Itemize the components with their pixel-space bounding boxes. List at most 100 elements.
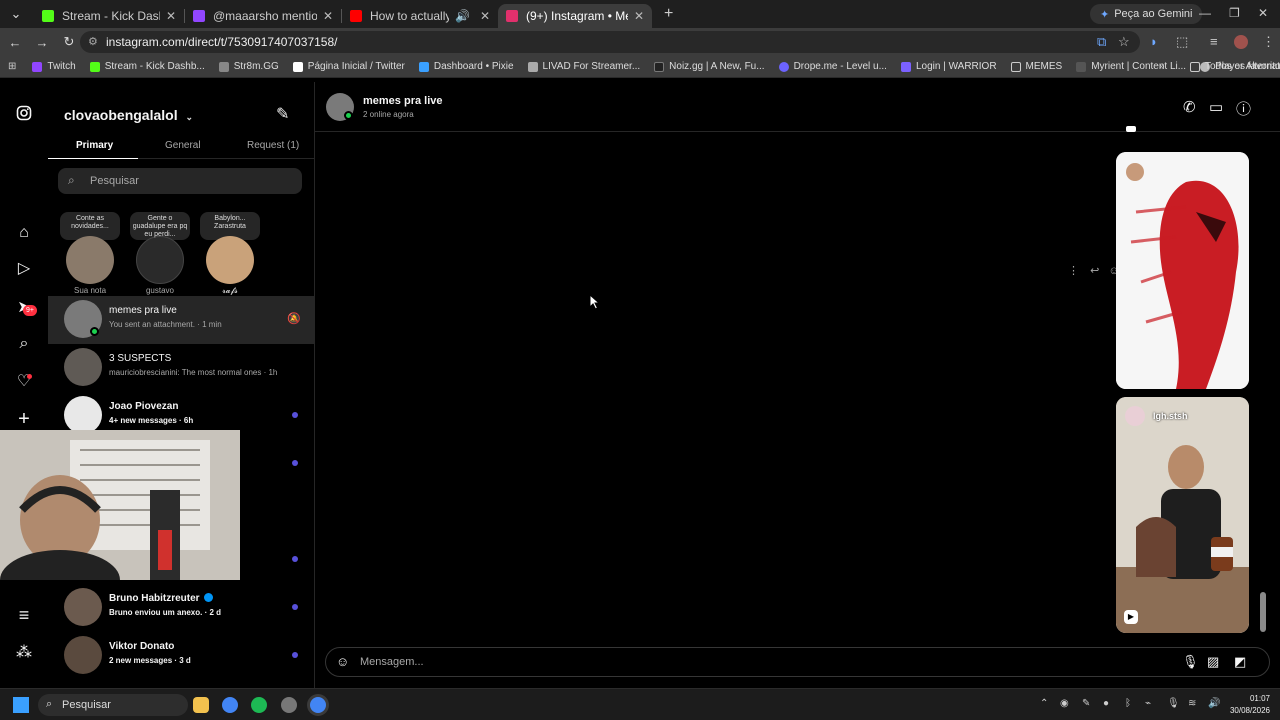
thread-viktor-donato[interactable]: Viktor Donato 2 new messages · 3 d xyxy=(48,632,315,680)
video-call-icon[interactable]: ▭ xyxy=(1209,98,1223,116)
gemini-button[interactable]: ✦ Peça ao Gemini xyxy=(1090,4,1203,24)
emoji-icon[interactable]: ☺ xyxy=(336,654,349,669)
bookmark-twitch[interactable]: Twitch xyxy=(32,61,76,72)
spotify-icon[interactable] xyxy=(251,697,267,713)
close-icon[interactable]: ✕ xyxy=(166,9,176,23)
bookmark-myrient[interactable]: Myrient | Content Li... xyxy=(1076,61,1186,72)
note-item[interactable]: Conte as novidades... Sua nota xyxy=(60,212,120,295)
thread-bruno-habitzreuter[interactable]: Bruno Habitzreuter Bruno enviou um anexo… xyxy=(48,584,315,632)
system-clock[interactable]: 01:07 30/08/2026 xyxy=(1226,693,1270,717)
tab-search-icon[interactable]: ⌄ xyxy=(4,6,28,22)
chrome-icon[interactable] xyxy=(222,697,238,713)
volume-icon[interactable]: 🔊 xyxy=(1208,698,1220,709)
more-options-icon[interactable]: ⋮ xyxy=(1068,265,1079,277)
minimize-icon[interactable]: — xyxy=(1199,6,1211,20)
online-indicator xyxy=(90,327,99,336)
instagram-logo-icon[interactable] xyxy=(14,105,34,125)
tray-chevron-icon[interactable]: ⌃ xyxy=(1040,698,1048,709)
shared-media-image[interactable] xyxy=(1116,152,1249,389)
reload-icon[interactable]: ↻ xyxy=(57,34,81,50)
window-close-icon[interactable]: ✕ xyxy=(1258,6,1268,20)
shared-reel[interactable]: lgh.stsh ▶ xyxy=(1116,397,1249,633)
bookmark-twitter[interactable]: Página Inicial / Twitter xyxy=(292,61,405,72)
more-bookmarks-icon[interactable]: » xyxy=(1159,61,1165,72)
translate-icon[interactable]: ⧉ xyxy=(1097,34,1106,50)
site-info-icon[interactable]: ⚙ xyxy=(88,35,98,48)
close-icon[interactable]: ✕ xyxy=(634,9,644,23)
chat-scrollbar[interactable] xyxy=(1260,142,1266,642)
forward-icon[interactable]: → xyxy=(30,35,54,50)
home-icon[interactable]: ⌂ xyxy=(14,223,34,243)
bookmark-kick[interactable]: Stream - Kick Dashb... xyxy=(89,61,205,72)
notifications-heart-icon[interactable]: ♡ xyxy=(14,372,34,392)
profile-avatar[interactable] xyxy=(1234,35,1248,49)
account-switcher[interactable]: clovaobengalalol ⌄ xyxy=(64,107,193,123)
tab-media-icon[interactable]: ≡ xyxy=(1210,34,1218,49)
close-icon[interactable]: ✕ xyxy=(480,9,490,23)
network-icon[interactable]: ⌁ xyxy=(1145,698,1151,709)
new-message-icon[interactable]: ✎ xyxy=(276,104,289,124)
apps-icon[interactable]: ⊞ xyxy=(8,61,16,72)
reply-icon[interactable]: ↩ xyxy=(1090,265,1099,277)
app-icon[interactable] xyxy=(281,697,297,713)
folder-icon xyxy=(1010,61,1021,72)
message-input[interactable]: ☺ Mensagem... 🎙 ▨ ◩ xyxy=(325,647,1270,677)
browser-tab-kick[interactable]: Stream - Kick Dashboard ✕ xyxy=(34,4,184,28)
tray-app-icon[interactable]: ● xyxy=(1103,698,1109,709)
all-bookmarks[interactable]: Todos os favoritos xyxy=(1190,61,1280,72)
tab-primary[interactable]: Primary xyxy=(76,140,113,151)
chrome-active-icon[interactable] xyxy=(310,697,326,713)
menu-icon[interactable]: ⋮ xyxy=(1262,34,1275,50)
close-icon[interactable]: ✕ xyxy=(323,9,333,23)
windows-start-icon[interactable] xyxy=(13,697,29,713)
chat-header: memes pra live 2 online agora ✆ ▭ ⓘ xyxy=(315,82,1280,132)
notification-badge: 9+ xyxy=(23,305,37,316)
bookmark-star-icon[interactable]: ☆ xyxy=(1118,34,1130,50)
thread-3-suspects[interactable]: 3 SUSPECTS mauriciobrescianini: The most… xyxy=(48,344,315,392)
bookmark-warrior[interactable]: Login | WARRIOR xyxy=(900,61,997,72)
bookmark-noiz[interactable]: Noiz.gg | A New, Fu... xyxy=(654,61,765,72)
bookmark-livad[interactable]: LIVAD For Streamer... xyxy=(527,61,640,72)
search-icon[interactable]: ⌕ xyxy=(14,334,34,354)
browser-tab-mention[interactable]: @maaarsho mentioned you ✕ xyxy=(185,4,341,28)
note-item[interactable]: Babylon... Zarastruta 𝓻𝓪𝓯𝓼 xyxy=(200,212,260,296)
messages-icon[interactable]: ➤ 9+ xyxy=(14,298,37,318)
unread-dot xyxy=(292,652,298,658)
bookmark-str8m[interactable]: Str8m.GG xyxy=(218,61,279,72)
tab-requests[interactable]: Request (1) xyxy=(247,140,299,151)
extension-icon[interactable]: ◗ xyxy=(1150,34,1158,49)
pen-icon[interactable]: ✎ xyxy=(1082,698,1090,709)
taskbar-search[interactable]: ⌕ Pesquisar xyxy=(38,694,188,716)
microphone-icon[interactable]: 🎙 xyxy=(1167,698,1180,709)
thread-memes-pra-live[interactable]: memes pra live You sent an attachment. ·… xyxy=(48,296,315,344)
play-icon[interactable] xyxy=(1126,126,1136,132)
bluetooth-icon[interactable]: ᛒ xyxy=(1125,698,1131,709)
microphone-icon[interactable]: 🎙 xyxy=(1182,654,1199,670)
tab-general[interactable]: General xyxy=(165,140,201,151)
sticker-icon[interactable]: ◩ xyxy=(1234,654,1246,670)
speaker-icon[interactable]: 🔊 xyxy=(455,9,470,23)
wifi-icon[interactable]: ≋ xyxy=(1188,698,1196,709)
browser-tab-instagram[interactable]: (9+) Instagram • Mensagens ✕ xyxy=(498,4,652,28)
image-upload-icon[interactable]: ▨ xyxy=(1207,654,1219,670)
reel-username[interactable]: lgh.stsh xyxy=(1153,411,1188,421)
maximize-icon[interactable]: ❐ xyxy=(1229,6,1240,20)
create-icon[interactable]: + xyxy=(14,409,34,429)
note-item[interactable]: Gente o guadalupe era pq eu perdi... gus… xyxy=(130,212,190,295)
file-explorer-icon[interactable] xyxy=(193,697,209,713)
bookmark-pixie[interactable]: Dashboard • Pixie xyxy=(418,61,514,72)
bookmark-memes[interactable]: MEMES xyxy=(1010,61,1062,72)
new-tab-button[interactable]: + xyxy=(664,5,673,23)
meta-apps-icon[interactable]: ⁂ xyxy=(14,643,34,663)
url-bar[interactable]: ⚙ instagram.com/direct/t/753091740703715… xyxy=(80,31,1140,53)
reels-icon[interactable]: ▷ xyxy=(14,259,34,279)
steam-icon[interactable]: ◉ xyxy=(1060,698,1069,709)
info-icon[interactable]: ⓘ xyxy=(1236,98,1251,119)
search-input[interactable]: ⌕ Pesquisar xyxy=(58,168,302,194)
back-icon[interactable]: ← xyxy=(3,35,27,50)
phone-icon[interactable]: ✆ xyxy=(1183,98,1196,116)
more-menu-icon[interactable]: ≡ xyxy=(14,605,34,625)
browser-tab-youtube[interactable]: How to actually loop The S 🔊 ✕ xyxy=(342,4,498,28)
bookmark-drope[interactable]: Drope.me - Level u... xyxy=(778,61,887,72)
extensions-icon[interactable]: ⬚ xyxy=(1176,34,1188,50)
